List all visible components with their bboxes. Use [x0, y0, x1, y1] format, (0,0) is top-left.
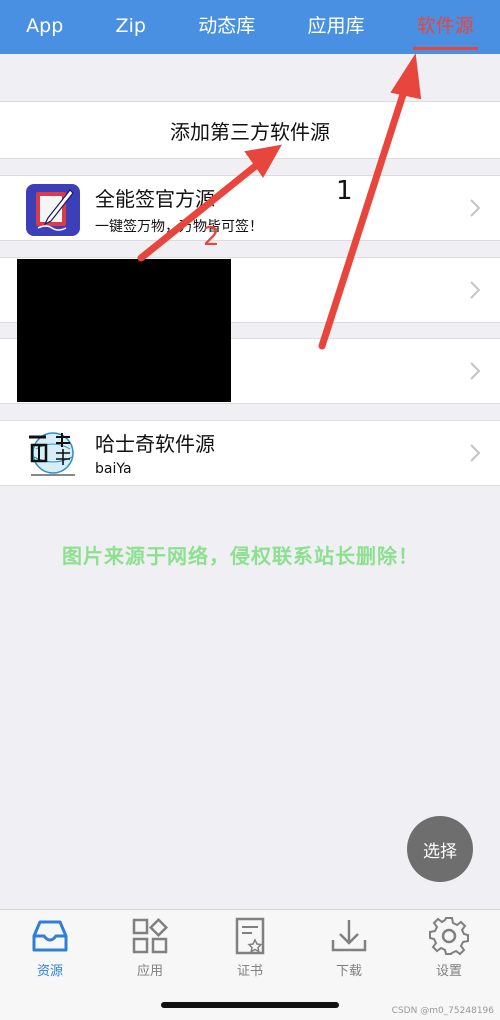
home-indicator — [161, 1002, 339, 1008]
chevron-right-icon — [470, 199, 481, 217]
apps-grid-icon — [132, 917, 169, 954]
source-title: 全能签官方源 — [95, 187, 215, 211]
annotation-number-1: 1 — [336, 176, 353, 206]
chevron-right-icon — [470, 444, 481, 462]
nav-item-resources[interactable]: 资源 — [10, 916, 90, 979]
nav-label: 下载 — [335, 964, 362, 979]
nav-label: 应用 — [136, 964, 163, 979]
nav-item-certificates[interactable]: 证书 — [210, 916, 290, 979]
redaction-block — [17, 259, 231, 402]
annotation-number-2: 2 — [203, 222, 220, 252]
source-subtitle: 一键签万物，万物皆可签！ — [95, 219, 263, 235]
nav-item-apps[interactable]: 应用 — [110, 916, 190, 979]
gear-icon — [429, 917, 469, 956]
source-subtitle: baiYa — [95, 461, 132, 477]
nav-item-downloads[interactable]: 下载 — [309, 916, 389, 979]
inbox-tray-icon — [32, 920, 68, 952]
download-icon — [331, 920, 367, 952]
nav-item-settings[interactable]: 设置 — [409, 916, 489, 979]
tab-app[interactable]: App — [22, 0, 67, 54]
chevron-right-icon — [470, 362, 481, 380]
source-row-quanneng[interactable]: 全能签官方源 一键签万物，万物皆可签！ — [0, 175, 500, 241]
nav-label: 证书 — [236, 964, 263, 979]
tab-dylib[interactable]: 动态库 — [194, 0, 259, 54]
select-button[interactable]: 选择 — [407, 816, 473, 882]
source-title: 哈士奇软件源 — [95, 432, 215, 456]
source-row-husky[interactable]: 哈士奇软件源 baiYa — [0, 420, 500, 486]
certificate-icon — [235, 917, 265, 955]
nav-label: 资源 — [36, 964, 63, 979]
nav-label: 设置 — [435, 964, 462, 979]
chevron-right-icon — [470, 281, 481, 299]
tab-zip[interactable]: Zip — [112, 0, 150, 54]
footer-credit: CSDN @m0_75248196 — [391, 1006, 494, 1016]
add-source-button[interactable]: 添加第三方软件源 — [0, 101, 500, 159]
one-stop-logo-icon — [26, 429, 80, 481]
tab-software-sources[interactable]: 软件源 — [412, 0, 478, 54]
top-tab-bar: App Zip 动态库 应用库 软件源 — [0, 0, 500, 54]
quill-pen-icon — [26, 184, 80, 236]
tab-app-library[interactable]: 应用库 — [303, 0, 368, 54]
watermark-text: 图片来源于网络，侵权联系站长删除！ — [62, 544, 419, 568]
